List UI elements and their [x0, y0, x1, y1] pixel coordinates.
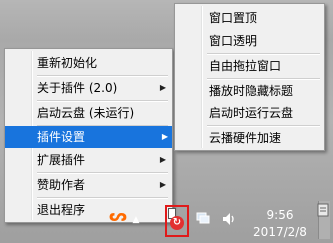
menu-item-label: 自由拖拉窗口: [209, 59, 282, 73]
submenu-arrow-icon: ▶: [161, 132, 168, 141]
menu-item-label: 赞助作者: [37, 178, 86, 192]
menu-item-label: 插件设置: [37, 130, 86, 144]
menu-item-label: 播放时隐藏标题: [209, 84, 294, 98]
menu-item-label: 云播硬件加速: [209, 131, 282, 145]
submenu-item-hide-title-on-play[interactable]: 播放时隐藏标题: [177, 80, 322, 102]
annotation-highlight-box: [165, 205, 189, 237]
menu-item-label: 关于插件 (2.0): [37, 81, 118, 95]
orange-app-tray-icon[interactable]: ᔕ: [108, 206, 128, 226]
menu-item-start-cloud-disk[interactable]: 启动云盘 (未运行): [7, 102, 170, 124]
menu-item-sponsor-author[interactable]: 赞助作者 ▶: [7, 174, 170, 196]
submenu-item-hardware-acceleration[interactable]: 云播硬件加速: [177, 127, 322, 149]
show-hidden-icons-arrow-icon[interactable]: ▲: [131, 215, 141, 225]
volume-icon[interactable]: [222, 212, 238, 226]
menu-item-extensions[interactable]: 扩展插件 ▶: [7, 149, 170, 171]
menu-item-reinitialize[interactable]: 重新初始化: [7, 52, 170, 74]
menu-item-label: 窗口透明: [209, 34, 258, 48]
submenu-item-free-drag-window[interactable]: 自由拖拉窗口: [177, 55, 322, 77]
menu-item-label: 启动时运行云盘: [209, 106, 294, 120]
system-clock[interactable]: 9:56 2017/2/8: [248, 207, 312, 241]
network-icon[interactable]: [196, 212, 210, 224]
submenu-arrow-icon: ▶: [159, 180, 166, 189]
submenu-item-run-cloud-on-start[interactable]: 启动时运行云盘: [177, 102, 322, 124]
menu-item-label: 扩展插件: [37, 153, 86, 167]
submenu-arrow-icon: ▶: [159, 83, 166, 92]
submenu-item-window-on-top[interactable]: 窗口置顶: [177, 7, 322, 29]
clock-time: 9:56: [266, 208, 294, 222]
submenu-arrow-icon: ▶: [159, 155, 166, 164]
submenu-item-window-transparent[interactable]: 窗口透明: [177, 30, 322, 52]
menu-item-plugin-settings[interactable]: 插件设置 ▶: [5, 126, 172, 148]
notification-icon[interactable]: [317, 203, 329, 217]
clock-date: 2017/2/8: [253, 225, 307, 239]
menu-item-label: 启动云盘 (未运行): [37, 106, 135, 120]
plugin-settings-submenu: 窗口置顶 窗口透明 自由拖拉窗口 播放时隐藏标题 启动时运行云盘 云播硬件加速: [174, 3, 325, 151]
menu-item-about-plugin[interactable]: 关于插件 (2.0) ▶: [7, 77, 170, 99]
menu-item-label: 重新初始化: [37, 56, 98, 70]
menu-item-label: 窗口置顶: [209, 11, 258, 25]
